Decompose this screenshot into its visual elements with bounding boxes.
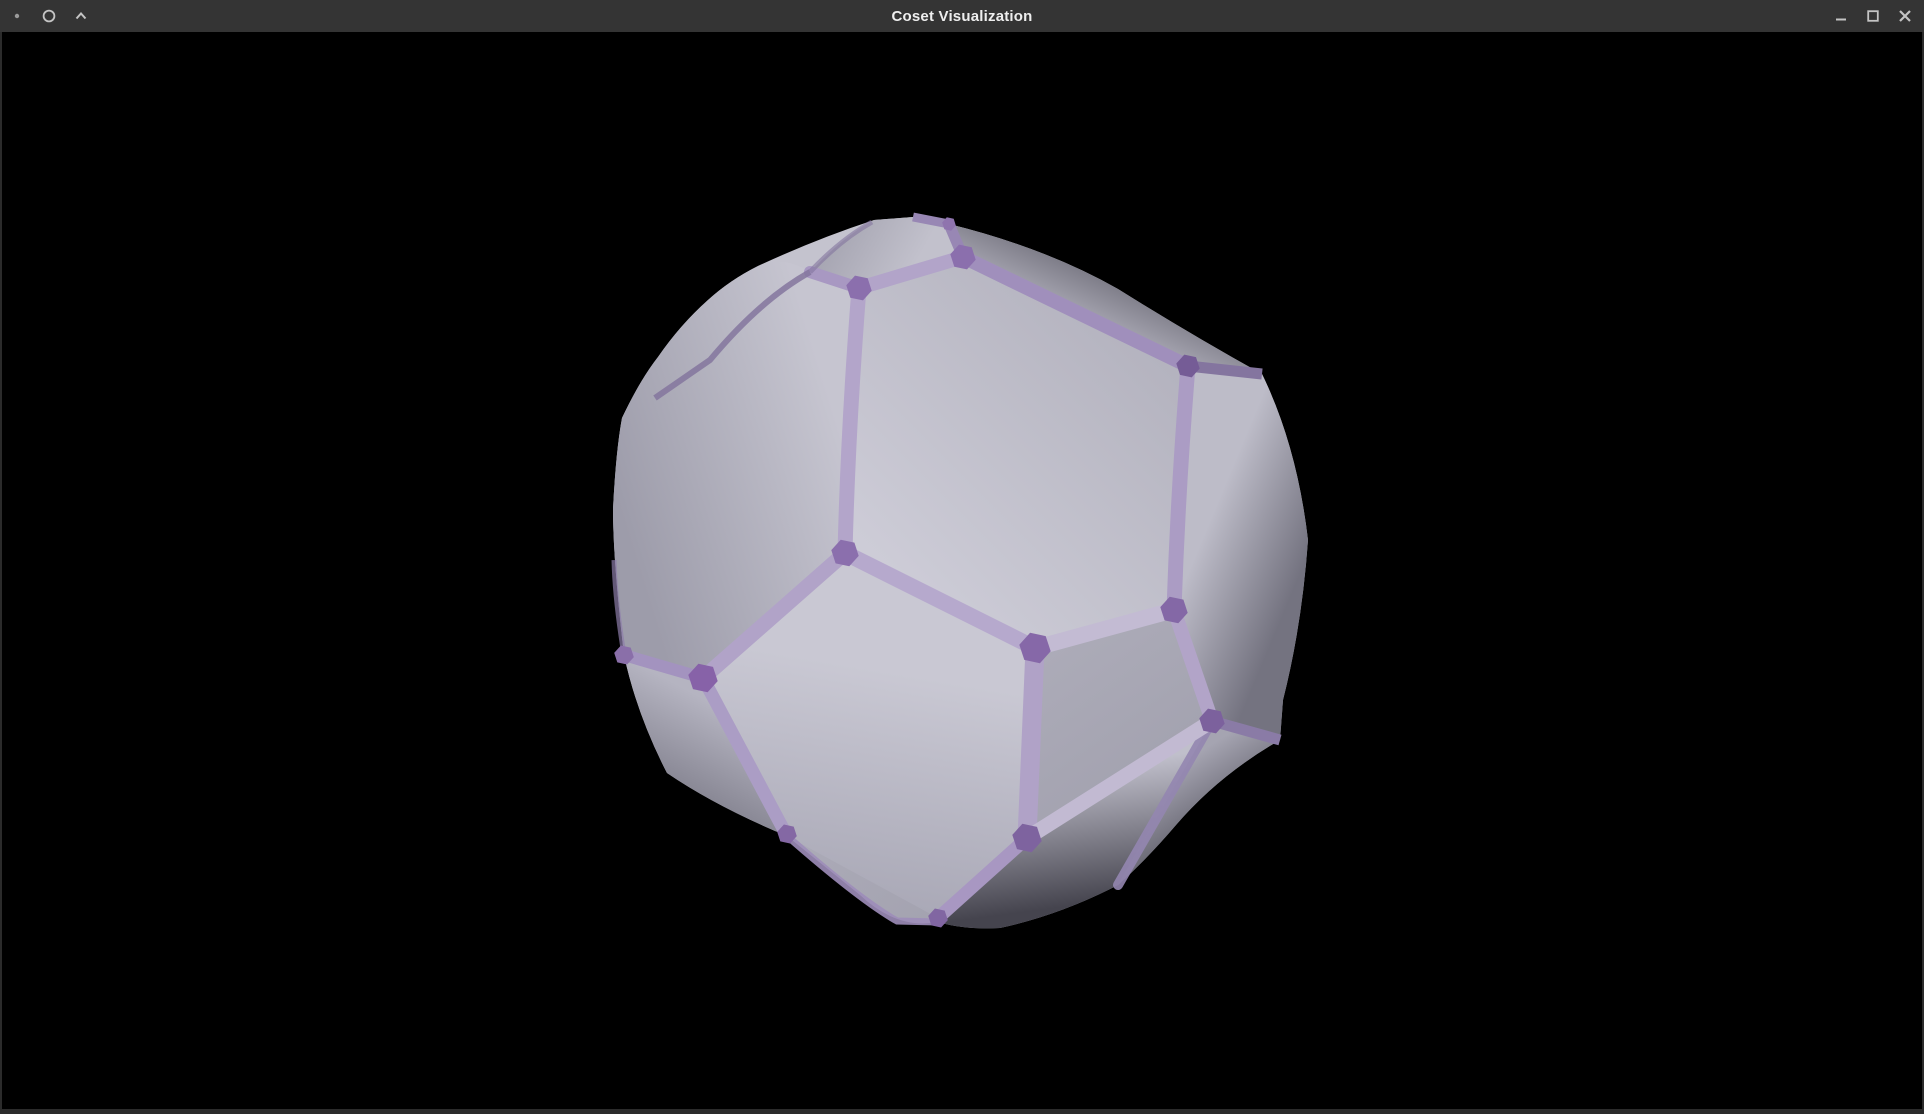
status-dot-icon[interactable] bbox=[1, 0, 33, 32]
polyhedron-edge bbox=[1027, 648, 1035, 838]
window-border-left bbox=[0, 32, 2, 1114]
record-circle-icon[interactable] bbox=[33, 0, 65, 32]
titlebar-right-controls bbox=[1825, 0, 1921, 32]
maximize-button[interactable] bbox=[1857, 0, 1889, 32]
titlebar-left-controls bbox=[1, 0, 97, 32]
titlebar: Coset Visualization bbox=[0, 0, 1924, 32]
chevron-up-icon[interactable] bbox=[65, 0, 97, 32]
close-button[interactable] bbox=[1889, 0, 1921, 32]
window-border-bottom bbox=[0, 1109, 1924, 1114]
window-title: Coset Visualization bbox=[0, 0, 1924, 32]
minimize-button[interactable] bbox=[1825, 0, 1857, 32]
viewport-3d[interactable] bbox=[0, 0, 1924, 1114]
